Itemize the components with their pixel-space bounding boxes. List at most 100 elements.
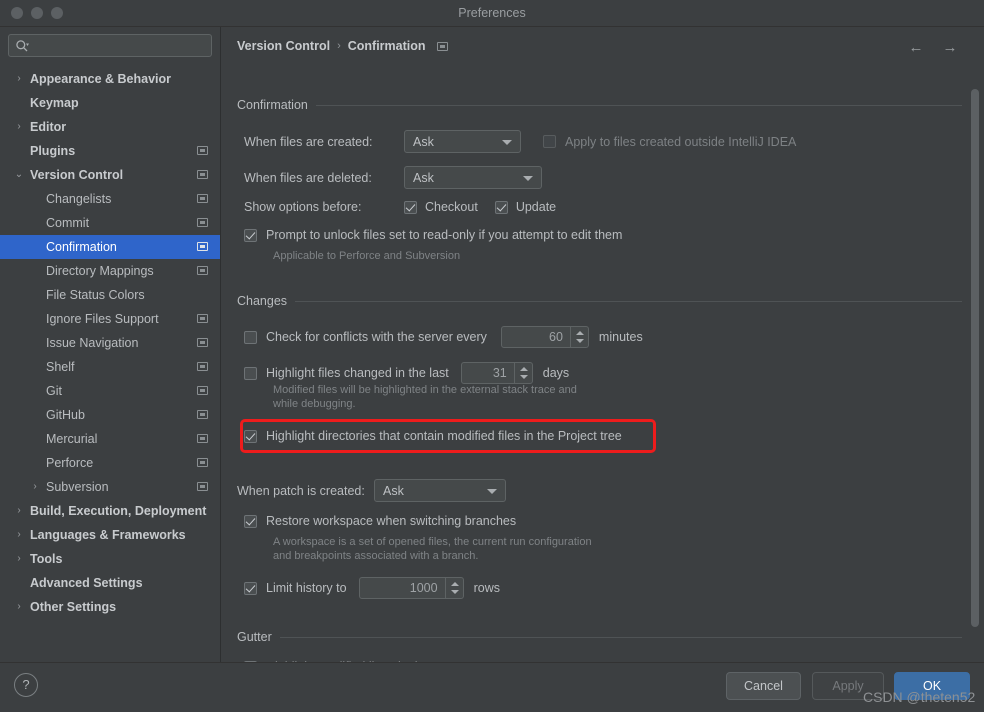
prompt-unlock-label: Prompt to unlock files set to read-only … xyxy=(266,228,623,242)
sidebar-item-keymap[interactable]: Keymap xyxy=(0,91,220,115)
chevron-right-icon[interactable]: › xyxy=(12,115,26,139)
sidebar-item-label: Shelf xyxy=(46,360,75,374)
spinner-arrows-icon[interactable] xyxy=(513,363,532,383)
forward-arrow-icon[interactable]: → xyxy=(939,37,961,59)
highlight-changed-hint-line1: Modified files will be highlighted in th… xyxy=(273,384,577,396)
ok-button[interactable]: OK xyxy=(894,672,970,700)
sidebar-item-appearance-behavior[interactable]: › Appearance & Behavior xyxy=(0,67,220,91)
sidebar-item-changelists[interactable]: Changelists xyxy=(0,187,220,211)
spinner-arrows-icon[interactable] xyxy=(444,578,463,598)
sidebar-item-commit[interactable]: Commit xyxy=(0,211,220,235)
limit-history-checkbox[interactable] xyxy=(244,581,257,595)
project-scope-icon xyxy=(436,41,448,51)
chevron-right-icon[interactable]: › xyxy=(12,67,26,91)
chevron-right-icon: › xyxy=(337,40,341,52)
highlight-changed-spinner[interactable]: 31 xyxy=(460,362,533,384)
prompt-unlock-checkbox[interactable] xyxy=(244,228,257,242)
chevron-down-icon xyxy=(502,140,512,145)
limit-history-spinner[interactable]: 1000 xyxy=(358,577,464,599)
highlight-changed-hint-line2: while debugging. xyxy=(273,398,356,410)
project-scope-icon xyxy=(197,266,208,275)
content-scrollbar[interactable] xyxy=(970,59,980,654)
search-input[interactable] xyxy=(35,35,211,58)
sidebar-item-other-settings[interactable]: › Other Settings xyxy=(0,595,220,619)
sidebar-item-directory-mappings[interactable]: Directory Mappings xyxy=(0,259,220,283)
sidebar-item-label: Keymap xyxy=(30,96,79,110)
sidebar-item-label: Other Settings xyxy=(30,600,117,614)
divider xyxy=(295,300,962,302)
divider xyxy=(315,104,962,106)
sidebar-item-label: Editor xyxy=(30,120,67,134)
chevron-down-icon[interactable]: ⌄ xyxy=(12,163,26,187)
project-scope-icon xyxy=(197,242,208,251)
title-bar: Preferences xyxy=(0,0,984,27)
apply-outside-checkbox[interactable] xyxy=(543,135,556,148)
sidebar-item-label: Languages & Frameworks xyxy=(30,528,186,542)
sidebar-item-mercurial[interactable]: Mercurial xyxy=(0,427,220,451)
group-label: Changes xyxy=(237,294,288,308)
project-scope-icon xyxy=(197,338,208,347)
sidebar-item-version-control[interactable]: ⌄ Version Control xyxy=(0,163,220,187)
sidebar-item-confirmation[interactable]: Confirmation xyxy=(0,235,220,259)
breadcrumb-parent[interactable]: Version Control xyxy=(237,39,330,53)
row-highlight-dirs: Highlight directories that contain modif… xyxy=(244,429,622,443)
apply-button[interactable]: Apply xyxy=(812,672,884,700)
sidebar-item-git[interactable]: Git xyxy=(0,379,220,403)
project-scope-icon xyxy=(197,314,208,323)
sidebar-item-ignore-files-support[interactable]: Ignore Files Support xyxy=(0,307,220,331)
sidebar-item-shelf[interactable]: Shelf xyxy=(0,355,220,379)
sidebar-item-editor[interactable]: › Editor xyxy=(0,115,220,139)
sidebar-item-label: Issue Navigation xyxy=(46,336,139,350)
group-confirmation: Confirmation xyxy=(237,97,962,113)
check-conflicts-checkbox[interactable] xyxy=(244,330,257,344)
sidebar-item-subversion[interactable]: › Subversion xyxy=(0,475,220,499)
sidebar-item-label: Build, Execution, Deployment xyxy=(30,504,207,518)
cancel-button[interactable]: Cancel xyxy=(726,672,801,700)
update-checkbox[interactable] xyxy=(494,200,508,214)
checkout-label: Checkout xyxy=(425,200,478,214)
checkout-checkbox[interactable] xyxy=(404,200,417,214)
when-files-deleted-value: Ask xyxy=(413,170,434,185)
restore-workspace-hint-line2: and breakpoints associated with a branch… xyxy=(273,550,479,562)
scrollbar-thumb[interactable] xyxy=(971,89,979,627)
sidebar-item-plugins[interactable]: Plugins xyxy=(0,139,220,163)
sidebar-item-label: Changelists xyxy=(46,192,112,206)
highlight-changed-checkbox[interactable] xyxy=(244,366,257,380)
chevron-right-icon[interactable]: › xyxy=(28,475,42,499)
check-conflicts-spinner[interactable]: 60 xyxy=(500,326,589,348)
sidebar-item-label: Commit xyxy=(46,216,90,230)
chevron-right-icon[interactable]: › xyxy=(12,523,26,547)
sidebar-item-github[interactable]: GitHub xyxy=(0,403,220,427)
chevron-down-icon xyxy=(523,176,533,181)
highlight-changed-label: Highlight files changed in the last xyxy=(266,366,449,380)
when-files-created-value: Ask xyxy=(413,134,434,149)
chevron-right-icon[interactable]: › xyxy=(12,499,26,523)
sidebar-item-label: Perforce xyxy=(46,456,94,470)
search-field[interactable] xyxy=(8,34,212,58)
sidebar-item-advanced-settings[interactable]: Advanced Settings xyxy=(0,571,220,595)
project-scope-icon xyxy=(197,362,208,371)
limit-history-unit: rows xyxy=(473,581,500,595)
when-files-created-select[interactable]: Ask xyxy=(404,130,521,153)
sidebar-item-label: Advanced Settings xyxy=(30,576,143,590)
group-gutter: Gutter xyxy=(237,629,962,645)
sidebar-item-tools[interactable]: › Tools xyxy=(0,547,220,571)
sidebar-item-build-execution-deployment[interactable]: › Build, Execution, Deployment xyxy=(0,499,220,523)
when-patch-created-select[interactable]: Ask xyxy=(374,479,506,502)
help-button[interactable]: ? xyxy=(14,673,38,697)
breadcrumb-current: Confirmation xyxy=(347,39,426,53)
sidebar-item-label: Appearance & Behavior xyxy=(30,72,172,86)
sidebar-item-languages-frameworks[interactable]: › Languages & Frameworks xyxy=(0,523,220,547)
sidebar-item-issue-navigation[interactable]: Issue Navigation xyxy=(0,331,220,355)
breadcrumb: Version Control › Confirmation xyxy=(237,39,448,53)
chevron-right-icon[interactable]: › xyxy=(12,547,26,571)
restore-workspace-checkbox[interactable] xyxy=(244,514,257,528)
sidebar-item-perforce[interactable]: Perforce xyxy=(0,451,220,475)
group-label: Gutter xyxy=(237,630,272,644)
highlight-dirs-checkbox[interactable] xyxy=(244,429,257,443)
chevron-right-icon[interactable]: › xyxy=(12,595,26,619)
spinner-arrows-icon[interactable] xyxy=(569,327,588,347)
when-files-deleted-select[interactable]: Ask xyxy=(404,166,542,189)
sidebar-item-file-status-colors[interactable]: File Status Colors xyxy=(0,283,220,307)
back-arrow-icon[interactable]: ← xyxy=(905,37,927,59)
